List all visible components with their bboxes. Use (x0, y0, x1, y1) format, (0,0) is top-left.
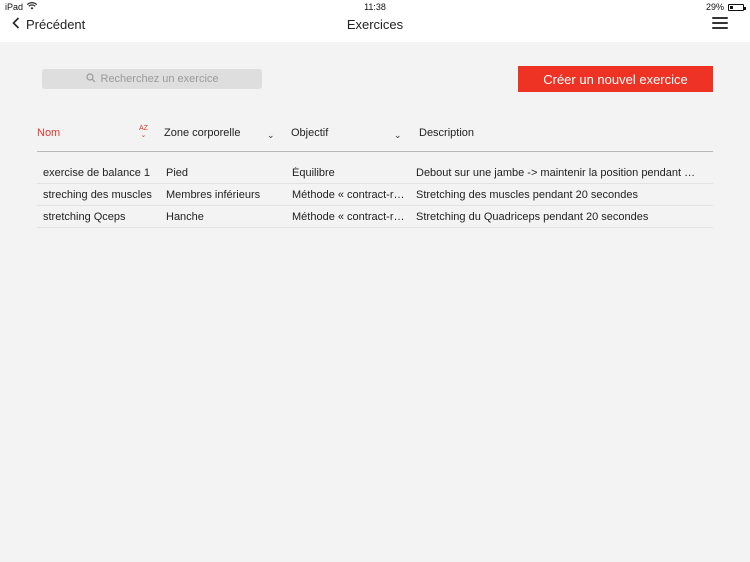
menu-icon[interactable] (712, 17, 728, 31)
page-title: Exercices (346, 17, 404, 32)
status-right: 29% (705, 2, 746, 12)
cell-description: Stretching des muscles pendant 20 second… (416, 189, 638, 201)
cell-zone: Hanche (166, 211, 204, 223)
cell-objectif: Méthode « contract-relax » (292, 211, 407, 223)
status-time: 11:38 (364, 2, 386, 12)
cell-nom: streching des muscles (43, 189, 152, 201)
column-header-objectif[interactable]: Objectif (291, 127, 328, 139)
cell-description: Debout sur une jambe -> maintenir la pos… (416, 167, 698, 179)
table-row[interactable]: stretching Qceps Hanche Méthode « contra… (37, 206, 713, 228)
cell-nom: exercise de balance 1 (43, 167, 151, 179)
battery-percent: 29% (705, 2, 724, 12)
table-row[interactable]: exercise de balance 1 Pied Équilibre Deb… (37, 162, 713, 184)
table-body: exercise de balance 1 Pied Équilibre Deb… (37, 162, 713, 228)
search-field[interactable] (42, 69, 262, 89)
exercise-table: Nom AZ ⌄ Zone corporelle ⌄ Objectif ⌄ Des… (37, 121, 713, 228)
cell-description: Stretching du Quadriceps pendant 20 seco… (416, 211, 649, 223)
cell-zone: Pied (166, 167, 189, 179)
navigation-bar: Précédent Exercices (0, 14, 750, 42)
column-header-description[interactable]: Description (419, 127, 474, 139)
create-exercise-button[interactable]: Créer un nouvel exercice (518, 66, 713, 92)
battery-fill (730, 5, 733, 9)
table-row[interactable]: streching des muscles Membres inférieurs… (37, 184, 713, 206)
status-bar: iPad 11:38 29% (0, 0, 750, 14)
cell-objectif: Méthode « contract-relax » (292, 189, 407, 201)
battery-nub (744, 6, 746, 10)
chevron-down-icon[interactable]: ⌄ (394, 130, 402, 141)
battery-icon (728, 3, 746, 11)
column-header-zone[interactable]: Zone corporelle (164, 127, 240, 139)
search-icon (85, 72, 96, 86)
cell-zone: Membres inférieurs (166, 189, 261, 201)
chevron-down-icon[interactable]: ⌄ (267, 130, 275, 141)
sort-az-icon[interactable]: AZ ⌄ (139, 125, 148, 139)
cell-nom: stretching Qceps (43, 211, 126, 223)
cell-objectif: Équilibre (292, 167, 335, 179)
search-input[interactable] (100, 73, 219, 85)
column-header-nom[interactable]: Nom (37, 127, 60, 139)
table-header: Nom AZ ⌄ Zone corporelle ⌄ Objectif ⌄ Des… (37, 121, 713, 152)
